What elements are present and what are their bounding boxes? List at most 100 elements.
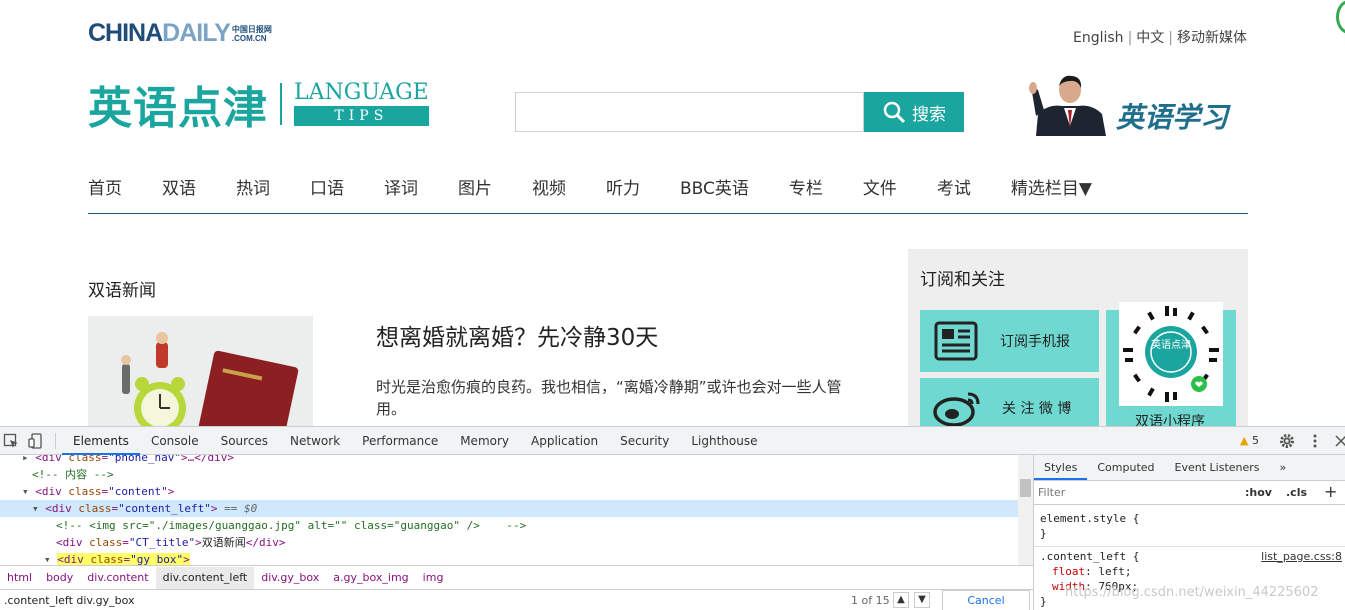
tab-styles[interactable]: Styles xyxy=(1034,455,1088,480)
lang-link-mobile[interactable]: 移动新媒体 xyxy=(1177,30,1247,46)
warnings-count: 5 xyxy=(1251,434,1259,447)
inspect-element-icon[interactable] xyxy=(3,433,19,449)
promo-title[interactable]: 英语学习 xyxy=(1116,96,1228,136)
dom-node-content-left-selected[interactable]: ▾ <div class="content_left"> == $0 xyxy=(0,500,1018,517)
element-style-rule[interactable]: element.style { } xyxy=(1034,511,1345,541)
search-cancel-button[interactable]: Cancel xyxy=(942,590,1030,610)
nav-item-oral[interactable]: 口语 xyxy=(310,176,344,213)
dom-tree[interactable]: ▸ <div class="phone_nav">…</div> <!-- 内容… xyxy=(0,455,1018,565)
styles-tabs: Styles Computed Event Listeners » xyxy=(1034,455,1345,481)
tile-weibo[interactable]: 关 注 微 博 xyxy=(920,378,1099,426)
logo-domain: .COM.CN xyxy=(231,34,267,43)
dom-breadcrumbs: html body div.content div.content_left d… xyxy=(0,565,1033,589)
close-icon[interactable] xyxy=(1333,433,1345,449)
dom-node-ct-title[interactable]: <div class="CT_title">双语新闻</div> xyxy=(0,534,1018,551)
dom-search-count: 1 of 15 xyxy=(851,594,890,607)
more-options-icon[interactable] xyxy=(1307,433,1323,449)
styles-filter-bar: :hov .cls + xyxy=(1034,481,1345,505)
search-next-button[interactable]: ▼ xyxy=(914,592,930,608)
tab-lighthouse[interactable]: Lighthouse xyxy=(680,427,768,455)
hov-toggle[interactable]: :hov xyxy=(1245,486,1272,499)
nav-item-pictures[interactable]: 图片 xyxy=(458,176,492,213)
crumb-body[interactable]: body xyxy=(39,567,80,589)
dom-comment-guanggao[interactable]: <!-- <img src="./images/guanggao.jpg" al… xyxy=(0,517,1018,534)
cls-toggle[interactable]: .cls xyxy=(1286,486,1307,499)
nav-item-columns[interactable]: 专栏 xyxy=(789,176,823,213)
search-input[interactable] xyxy=(515,92,864,132)
crumb-div-gy-box[interactable]: div.gy_box xyxy=(254,567,326,589)
weibo-icon xyxy=(933,392,980,426)
warnings-badge[interactable]: ▲ 5 xyxy=(1240,434,1259,447)
crumb-a-gy-box-img[interactable]: a.gy_box_img xyxy=(326,567,415,589)
content-left-rule[interactable]: .content_left { list_page.css:8 float: l… xyxy=(1034,549,1345,609)
nav-item-bilingual[interactable]: 双语 xyxy=(162,176,196,213)
nav-item-translation[interactable]: 译词 xyxy=(384,176,418,213)
new-rule-button[interactable]: + xyxy=(1324,482,1337,501)
tab-more[interactable]: » xyxy=(1270,455,1297,480)
dom-node-gy-box[interactable]: ▾ <div class="gy_box"> xyxy=(0,551,1018,565)
site-search: 搜索 xyxy=(515,92,964,132)
chinadaily-logo[interactable]: CHINA DAILY 中国日报网 .COM.CN xyxy=(88,20,272,46)
tab-application[interactable]: Application xyxy=(520,427,609,455)
tab-network[interactable]: Network xyxy=(279,427,351,455)
crumb-div-content[interactable]: div.content xyxy=(80,567,155,589)
main-nav: 首页 双语 热词 口语 译词 图片 视频 听力 BBC英语 专栏 文件 考试 精… xyxy=(88,176,1248,214)
search-prev-button[interactable]: ▲ xyxy=(893,592,909,608)
nav-item-hotwords[interactable]: 热词 xyxy=(236,176,270,213)
search-button[interactable]: 搜索 xyxy=(864,92,964,132)
tile-mobile-paper[interactable]: 订阅手机报 xyxy=(920,310,1099,372)
devtools-panel: Elements Console Sources Network Perform… xyxy=(0,426,1345,610)
website-viewport: CHINA DAILY 中国日报网 .COM.CN English | 中文 | 移动新… xyxy=(0,0,1345,426)
article-title[interactable]: 想离婚就离婚？先冷静30天 xyxy=(376,318,658,352)
nav-item-documents[interactable]: 文件 xyxy=(863,176,897,213)
device-toolbar-icon[interactable] xyxy=(28,433,44,449)
nav-item-video[interactable]: 视频 xyxy=(532,176,566,213)
gear-icon[interactable] xyxy=(1279,433,1295,449)
tile-mobile-paper-label: 订阅手机报 xyxy=(1000,334,1070,350)
dom-search-input[interactable]: .content_left div.gy_box xyxy=(4,594,135,607)
tab-elements[interactable]: Elements xyxy=(62,427,140,455)
tab-event-listeners[interactable]: Event Listeners xyxy=(1165,455,1270,480)
language-links: English | 中文 | 移动新媒体 xyxy=(1073,30,1247,46)
language-tips-logo[interactable]: 英语点津 LANGUAGE TIPS xyxy=(88,78,429,134)
page: CHINA DAILY 中国日报网 .COM.CN English | 中文 | 移动新… xyxy=(0,0,1345,610)
crumb-div-content-left[interactable]: div.content_left xyxy=(155,566,255,589)
devtools-tabs: Elements Console Sources Network Perform… xyxy=(62,427,769,455)
brand-divider xyxy=(280,83,282,125)
toolbar-separator xyxy=(55,433,56,449)
qr-code-image[interactable]: 英语点津 ❤ xyxy=(1119,302,1223,406)
nav-item-home[interactable]: 首页 xyxy=(88,176,122,213)
tab-memory[interactable]: Memory xyxy=(449,427,520,455)
styles-filter-input[interactable] xyxy=(1038,484,1234,501)
element-style-close: } xyxy=(1040,527,1047,540)
logo-sub: 中国日报网 .COM.CN xyxy=(232,25,272,43)
nav-item-listening[interactable]: 听力 xyxy=(606,176,640,213)
dom-comment-content[interactable]: <!-- 内容 --> xyxy=(0,466,1018,483)
nav-item-bbc[interactable]: BBC英语 xyxy=(680,176,749,213)
subscribe-title: 订阅和关注 xyxy=(920,270,1005,290)
browser-extension-icon[interactable] xyxy=(1336,0,1345,34)
tab-performance[interactable]: Performance xyxy=(351,427,449,455)
qr-center-text: 英语点津 xyxy=(1151,338,1191,351)
lang-link-chinese[interactable]: 中文 xyxy=(1136,30,1164,46)
nav-item-exams[interactable]: 考试 xyxy=(937,176,971,213)
dom-node-content[interactable]: ▾ <div class="content"> xyxy=(0,483,1018,500)
tab-sources[interactable]: Sources xyxy=(210,427,279,455)
logo-daily-text: DAILY xyxy=(162,19,231,47)
crumb-img[interactable]: img xyxy=(416,567,451,589)
search-icon xyxy=(883,101,906,124)
lang-link-english[interactable]: English xyxy=(1073,30,1124,46)
tab-computed[interactable]: Computed xyxy=(1087,455,1164,480)
watermark-text: https://blog.csdn.net/weixin_44225602 xyxy=(1065,585,1319,600)
decl-float[interactable]: float: left; xyxy=(1040,564,1345,579)
promo-portrait-image[interactable] xyxy=(1028,70,1112,136)
article-thumbnail[interactable] xyxy=(88,316,313,426)
dom-node-phone-nav[interactable]: ▸ <div class="phone_nav">…</div> xyxy=(0,455,1018,466)
crumb-html[interactable]: html xyxy=(0,567,39,589)
nav-item-featured-dropdown[interactable]: 精选栏目▼ xyxy=(1011,176,1092,213)
scrollbar-thumb[interactable] xyxy=(1020,479,1031,497)
tab-console[interactable]: Console xyxy=(140,427,210,455)
tab-security[interactable]: Security xyxy=(609,427,680,455)
dom-tree-scrollbar[interactable] xyxy=(1018,455,1033,565)
rule-source-link[interactable]: list_page.css:8 xyxy=(1261,549,1342,564)
